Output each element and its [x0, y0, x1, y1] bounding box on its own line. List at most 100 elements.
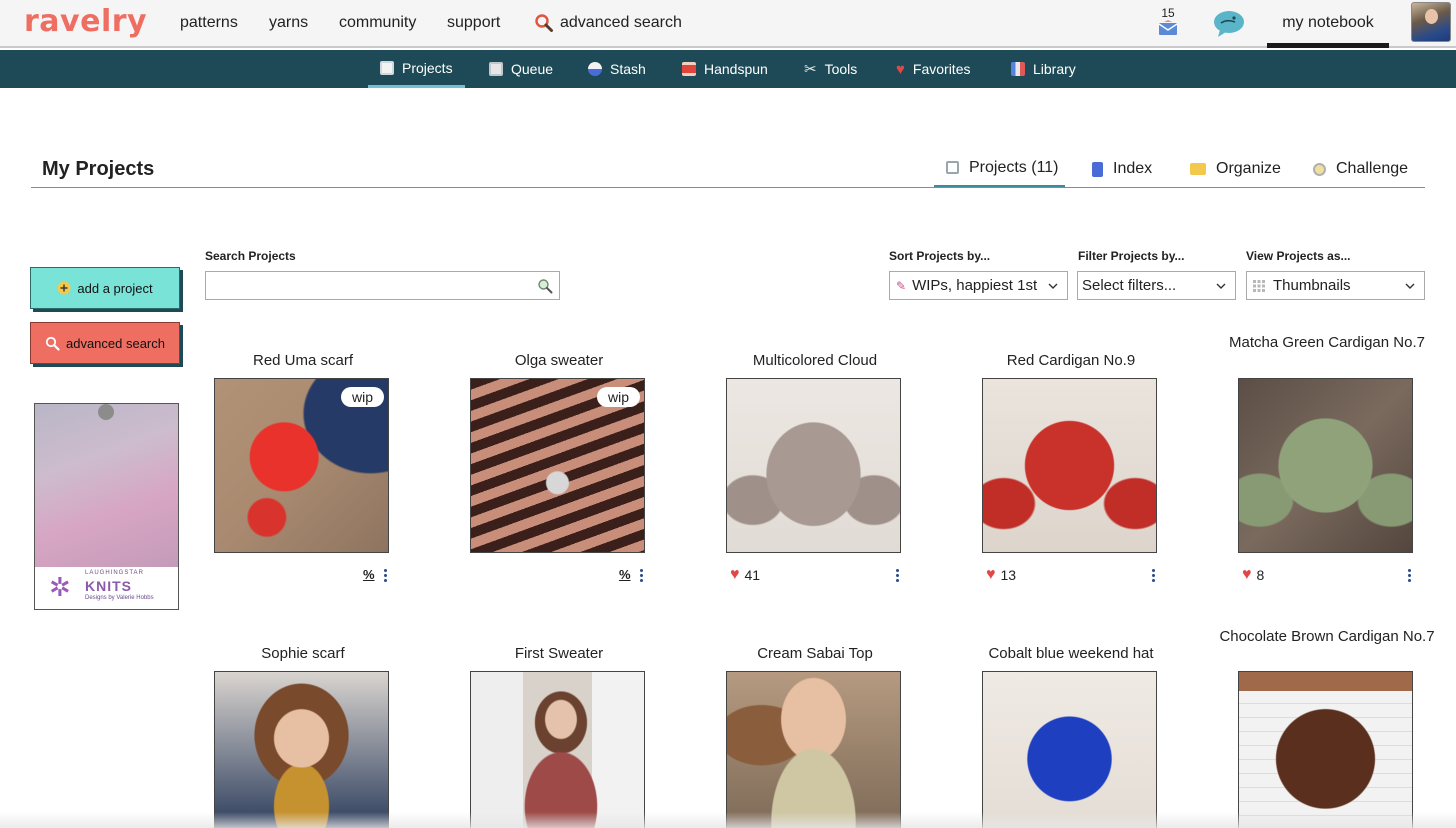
sort-icon: ✎	[896, 278, 907, 293]
tab-label: Index	[1113, 160, 1153, 177]
projects-icon	[946, 161, 959, 174]
view-label: View Projects as...	[1246, 249, 1351, 263]
project-card[interactable]: Red Uma scarf wip %	[183, 340, 423, 590]
subnav-library[interactable]: Library	[999, 50, 1088, 88]
project-name[interactable]: Red Uma scarf	[183, 352, 423, 369]
project-thumbnail[interactable]	[470, 671, 645, 828]
tab-projects[interactable]: Projects (11)	[934, 150, 1065, 188]
favorites-count[interactable]: ♥ 41	[730, 566, 760, 584]
project-name[interactable]: Chocolate Brown Cardigan No.7	[1207, 628, 1447, 645]
project-card[interactable]: Cream Sabai Top	[695, 634, 935, 828]
plus-circle-icon	[57, 281, 71, 295]
tab-challenge[interactable]: Challenge	[1313, 150, 1408, 188]
messages-button[interactable]	[1212, 10, 1246, 43]
ad-brand-line3: Designs by Valerie Hobbs	[85, 595, 154, 601]
avatar[interactable]	[1411, 2, 1451, 42]
project-card[interactable]: Chocolate Brown Cardigan No.7	[1207, 624, 1447, 828]
my-notebook-tab[interactable]: my notebook	[1267, 0, 1389, 48]
nav-patterns[interactable]: patterns	[180, 14, 238, 32]
nav-yarns[interactable]: yarns	[269, 14, 308, 32]
tab-index[interactable]: Index	[1092, 150, 1152, 188]
project-name[interactable]: Matcha Green Cardigan No.7	[1207, 334, 1447, 351]
heart-icon: ♥	[730, 566, 740, 583]
filter-value: Select filters...	[1082, 277, 1177, 294]
project-thumbnail[interactable]	[214, 671, 389, 828]
subnav-label: Projects	[402, 59, 453, 76]
nav-support[interactable]: support	[447, 14, 500, 32]
yarn-ball-icon	[588, 62, 602, 76]
tab-label: Projects (11)	[969, 158, 1059, 176]
search-icon[interactable]	[537, 278, 553, 294]
project-name[interactable]: Red Cardigan No.9	[951, 352, 1191, 369]
folder-icon	[1190, 163, 1206, 175]
project-name[interactable]: Sophie scarf	[183, 645, 423, 662]
filter-select[interactable]: Select filters...	[1077, 271, 1236, 300]
more-options-icon[interactable]	[384, 569, 388, 583]
project-thumbnail[interactable]: wip	[470, 378, 645, 553]
project-card[interactable]: Matcha Green Cardigan No.7 ♥ 8	[1207, 330, 1447, 590]
heart-icon: ♥	[896, 60, 905, 78]
chat-bubble-icon	[1214, 11, 1244, 37]
spool-icon	[682, 62, 696, 76]
advanced-search-button[interactable]: advanced search	[30, 322, 180, 364]
project-card[interactable]: Sophie scarf	[183, 634, 423, 828]
subnav-label: Stash	[610, 61, 646, 77]
more-options-icon[interactable]	[896, 569, 900, 583]
project-thumbnail[interactable]	[726, 378, 901, 553]
subnav-tools[interactable]: ✂ Tools	[792, 50, 869, 88]
subnav-label: Tools	[824, 61, 858, 77]
nav-community[interactable]: community	[339, 14, 416, 32]
nav-advanced-search[interactable]: advanced search	[534, 13, 682, 33]
progress-percent[interactable]: %	[619, 567, 631, 582]
advanced-search-label: advanced search	[560, 14, 682, 31]
more-options-icon[interactable]	[1152, 569, 1156, 583]
search-icon	[535, 14, 553, 32]
project-card[interactable]: Olga sweater wip %	[439, 340, 679, 590]
view-value: Thumbnails	[1273, 277, 1351, 294]
project-thumbnail[interactable]	[1238, 378, 1413, 553]
queue-icon	[489, 62, 503, 76]
subnav-projects[interactable]: Projects	[368, 50, 465, 88]
project-thumbnail[interactable]: wip	[214, 378, 389, 553]
search-icon	[45, 336, 60, 351]
project-thumbnail[interactable]	[1238, 671, 1413, 828]
star-logo-icon: ✲	[49, 572, 71, 602]
project-thumbnail[interactable]	[982, 671, 1157, 828]
search-input[interactable]	[206, 272, 526, 299]
ad-brand-line2: KNITS	[85, 578, 132, 594]
favorites-count[interactable]: ♥ 8	[1242, 566, 1264, 584]
project-name[interactable]: Cream Sabai Top	[695, 645, 935, 662]
add-project-button[interactable]: add a project	[30, 267, 180, 309]
view-select[interactable]: Thumbnails	[1246, 271, 1425, 300]
progress-percent[interactable]: %	[363, 567, 375, 582]
favorites-count[interactable]: ♥ 13	[986, 566, 1016, 584]
project-card[interactable]: Multicolored Cloud ♥ 41	[695, 340, 935, 590]
more-options-icon[interactable]	[640, 569, 644, 583]
mail-button[interactable]: 15	[1155, 6, 1181, 41]
project-thumbnail[interactable]	[982, 378, 1157, 553]
ravelry-logo[interactable]: ravelry	[24, 4, 147, 39]
subnav-stash[interactable]: Stash	[576, 50, 658, 88]
project-thumbnail[interactable]	[726, 671, 901, 828]
project-card[interactable]: Cobalt blue weekend hat	[951, 634, 1191, 828]
project-name[interactable]: Cobalt blue weekend hat	[951, 645, 1191, 662]
project-name[interactable]: First Sweater	[439, 645, 679, 662]
subnav-queue[interactable]: Queue	[477, 50, 565, 88]
notebook-subnav: Projects Queue Stash Handspun ✂ Tools ♥ …	[0, 50, 1456, 88]
advanced-search-label: advanced search	[65, 335, 165, 351]
tab-organize[interactable]: Organize	[1190, 150, 1281, 188]
grid-icon	[1253, 279, 1265, 292]
more-options-icon[interactable]	[1408, 569, 1412, 583]
project-card[interactable]: First Sweater	[439, 634, 679, 828]
sort-value: WIPs, happiest 1st	[912, 277, 1038, 294]
envelope-icon	[1158, 20, 1178, 35]
project-name[interactable]: Multicolored Cloud	[695, 352, 935, 369]
sort-label: Sort Projects by...	[889, 249, 991, 263]
project-name[interactable]: Olga sweater	[439, 352, 679, 369]
project-card[interactable]: Red Cardigan No.9 ♥ 13	[951, 340, 1191, 590]
subnav-favorites[interactable]: ♥ Favorites	[884, 50, 982, 88]
medal-icon	[1313, 162, 1326, 176]
subnav-handspun[interactable]: Handspun	[670, 50, 780, 88]
sort-select[interactable]: ✎ WIPs, happiest 1st	[889, 271, 1068, 300]
sidebar-ad[interactable]: ✲ LAUGHINGSTAR KNITS Designs by Valerie …	[34, 403, 179, 610]
